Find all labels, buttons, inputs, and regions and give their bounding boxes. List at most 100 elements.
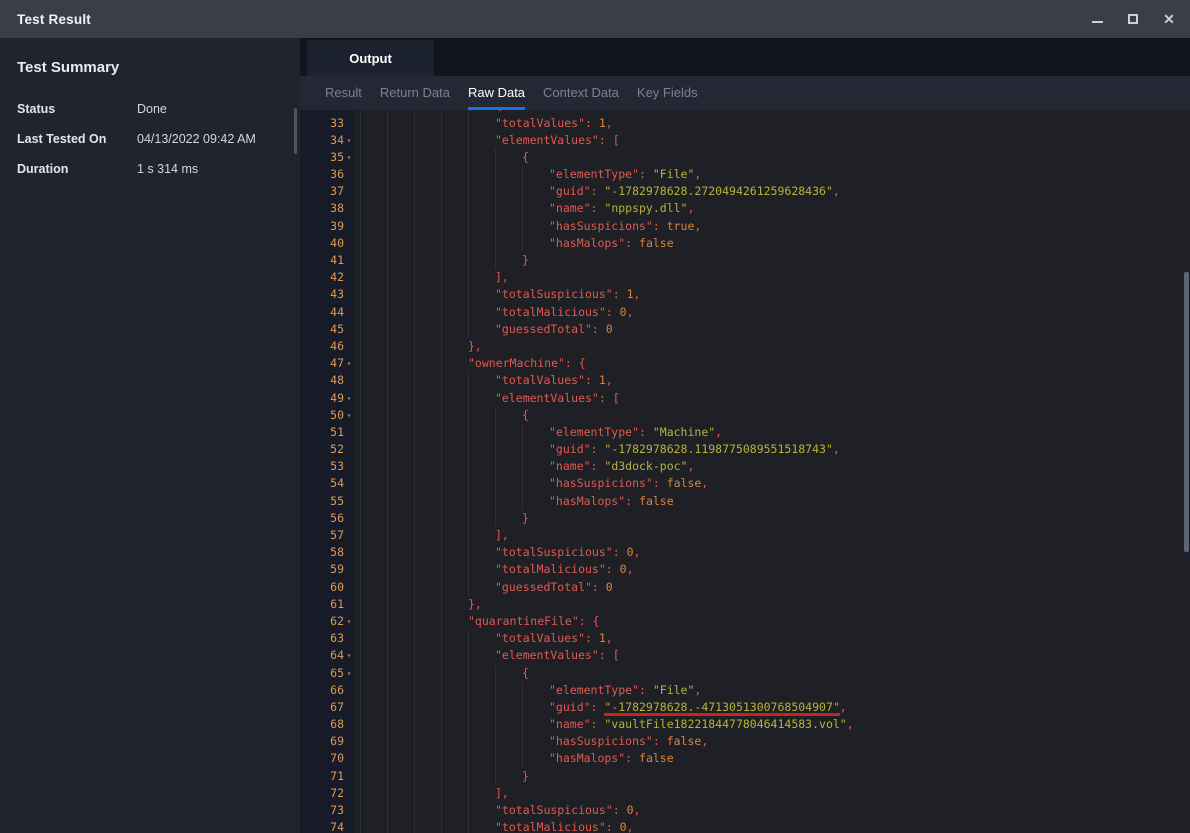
- code-line: 43"totalSuspicious": 1,: [300, 286, 1190, 303]
- code-token: ,: [694, 166, 701, 183]
- fold-spacer: [344, 750, 354, 767]
- fold-arrow-icon[interactable]: ▾: [344, 355, 354, 372]
- line-number: 70: [300, 750, 344, 767]
- fold-arrow-icon[interactable]: ▾: [344, 132, 354, 149]
- maximize-icon[interactable]: [1126, 12, 1140, 26]
- fold-spacer: [344, 252, 354, 269]
- subtab-key-fields[interactable]: Key Fields: [637, 76, 698, 110]
- fold-spacer: [344, 596, 354, 613]
- code-token: ],: [495, 785, 509, 802]
- fold-arrow-icon[interactable]: ▾: [344, 149, 354, 166]
- line-number: 35: [300, 149, 344, 166]
- code-token: "hasMalops":: [549, 493, 639, 510]
- code-token: "-1782978628.2720494261259628436": [604, 183, 832, 200]
- fold-spacer: [344, 321, 354, 338]
- code-token: ,: [847, 716, 854, 733]
- fold-spacer: [344, 269, 354, 286]
- code-line: 33"totalValues": 1,: [300, 115, 1190, 132]
- indent-guides: [360, 733, 549, 750]
- summary-row-status: Status Done: [17, 102, 300, 116]
- code-token: "name":: [549, 716, 604, 733]
- code-token: "totalSuspicious":: [495, 802, 627, 819]
- code-line: 35▾{: [300, 149, 1190, 166]
- raw-data-code-viewer[interactable]: {33"totalValues": 1,34▾"elementValues": …: [300, 110, 1190, 833]
- code-token: }: [522, 252, 529, 269]
- code-token: "elementValues": [: [495, 647, 620, 664]
- code-line: 40"hasMalops": false: [300, 235, 1190, 252]
- code-line: 50▾{: [300, 407, 1190, 424]
- code-token: ,: [627, 561, 634, 578]
- line-number: 49: [300, 390, 344, 407]
- fold-spacer: [344, 510, 354, 527]
- line-number: 69: [300, 733, 344, 750]
- subtab-result[interactable]: Result: [325, 76, 362, 110]
- code-token: 0: [620, 819, 627, 833]
- indent-guides: [360, 768, 522, 785]
- code-token: "guid":: [549, 699, 604, 716]
- indent-guides: [360, 115, 495, 132]
- code-line: 37"guid": "-1782978628.27204942612596284…: [300, 183, 1190, 200]
- code-token: ],: [495, 269, 509, 286]
- code-line: 60"guessedTotal": 0: [300, 579, 1190, 596]
- fold-spacer: [344, 218, 354, 235]
- indent-guides: [360, 286, 495, 303]
- code-token: "File": [653, 166, 695, 183]
- code-line: 51"elementType": "Machine",: [300, 424, 1190, 441]
- fold-spacer: [344, 802, 354, 819]
- fold-arrow-icon[interactable]: ▾: [344, 390, 354, 407]
- line-number: 34: [300, 132, 344, 149]
- line-number: 53: [300, 458, 344, 475]
- code-token: false: [667, 475, 702, 492]
- code-line: 65▾{: [300, 665, 1190, 682]
- code-token: ,: [701, 733, 708, 750]
- fold-arrow-icon[interactable]: ▾: [344, 647, 354, 664]
- code-token: ,: [606, 115, 613, 132]
- indent-guides: [360, 699, 549, 716]
- line-number: 51: [300, 424, 344, 441]
- code-token: ,: [833, 183, 840, 200]
- tab-output[interactable]: Output: [307, 40, 434, 76]
- code-token: 0: [627, 544, 634, 561]
- code-line: 38"name": "nppspy.dll",: [300, 200, 1190, 217]
- indent-guides: [360, 682, 549, 699]
- code-line: 36"elementType": "File",: [300, 166, 1190, 183]
- code-token: 0: [620, 304, 627, 321]
- code-token: "totalMalicious":: [495, 304, 620, 321]
- indent-guides: [360, 819, 495, 833]
- line-number: 43: [300, 286, 344, 303]
- fold-arrow-icon[interactable]: ▾: [344, 665, 354, 682]
- fold-arrow-icon[interactable]: ▾: [344, 613, 354, 630]
- last-tested-value: 04/13/2022 09:42 AM: [137, 132, 256, 146]
- code-scrollbar-thumb[interactable]: [1184, 272, 1189, 552]
- code-token: "hasSuspicions":: [549, 218, 667, 235]
- line-number: 39: [300, 218, 344, 235]
- code-line: 56}: [300, 510, 1190, 527]
- fold-arrow-icon[interactable]: ▾: [344, 407, 354, 424]
- window-title: Test Result: [17, 12, 91, 27]
- fold-spacer: [344, 785, 354, 802]
- code-token: }: [522, 510, 529, 527]
- minimize-icon[interactable]: [1090, 12, 1104, 26]
- close-icon[interactable]: ✕: [1162, 12, 1176, 26]
- indent-guides: [360, 372, 495, 389]
- code-token: "totalValues":: [495, 115, 599, 132]
- subtab-context-data[interactable]: Context Data: [543, 76, 619, 110]
- code-token: 0: [606, 321, 613, 338]
- indent-guides: [360, 235, 549, 252]
- line-number: 48: [300, 372, 344, 389]
- indent-guides: [360, 647, 495, 664]
- code-token: ,: [840, 699, 847, 716]
- code-token: "totalMalicious":: [495, 819, 620, 833]
- code-token: "totalSuspicious":: [495, 286, 627, 303]
- line-number: 56: [300, 510, 344, 527]
- code-line: 68"name": "vaultFile18221844778046414583…: [300, 716, 1190, 733]
- subtab-return-data[interactable]: Return Data: [380, 76, 450, 110]
- code-token: "hasMalops":: [549, 750, 639, 767]
- subtab-raw-data[interactable]: Raw Data: [468, 76, 525, 110]
- output-subtabs: Result Return Data Raw Data Context Data…: [300, 76, 1190, 110]
- code-token: false: [639, 235, 674, 252]
- line-number: 40: [300, 235, 344, 252]
- line-number: 67: [300, 699, 344, 716]
- code-line: 53"name": "d3dock-poc",: [300, 458, 1190, 475]
- sidebar-scrollbar[interactable]: [294, 108, 297, 154]
